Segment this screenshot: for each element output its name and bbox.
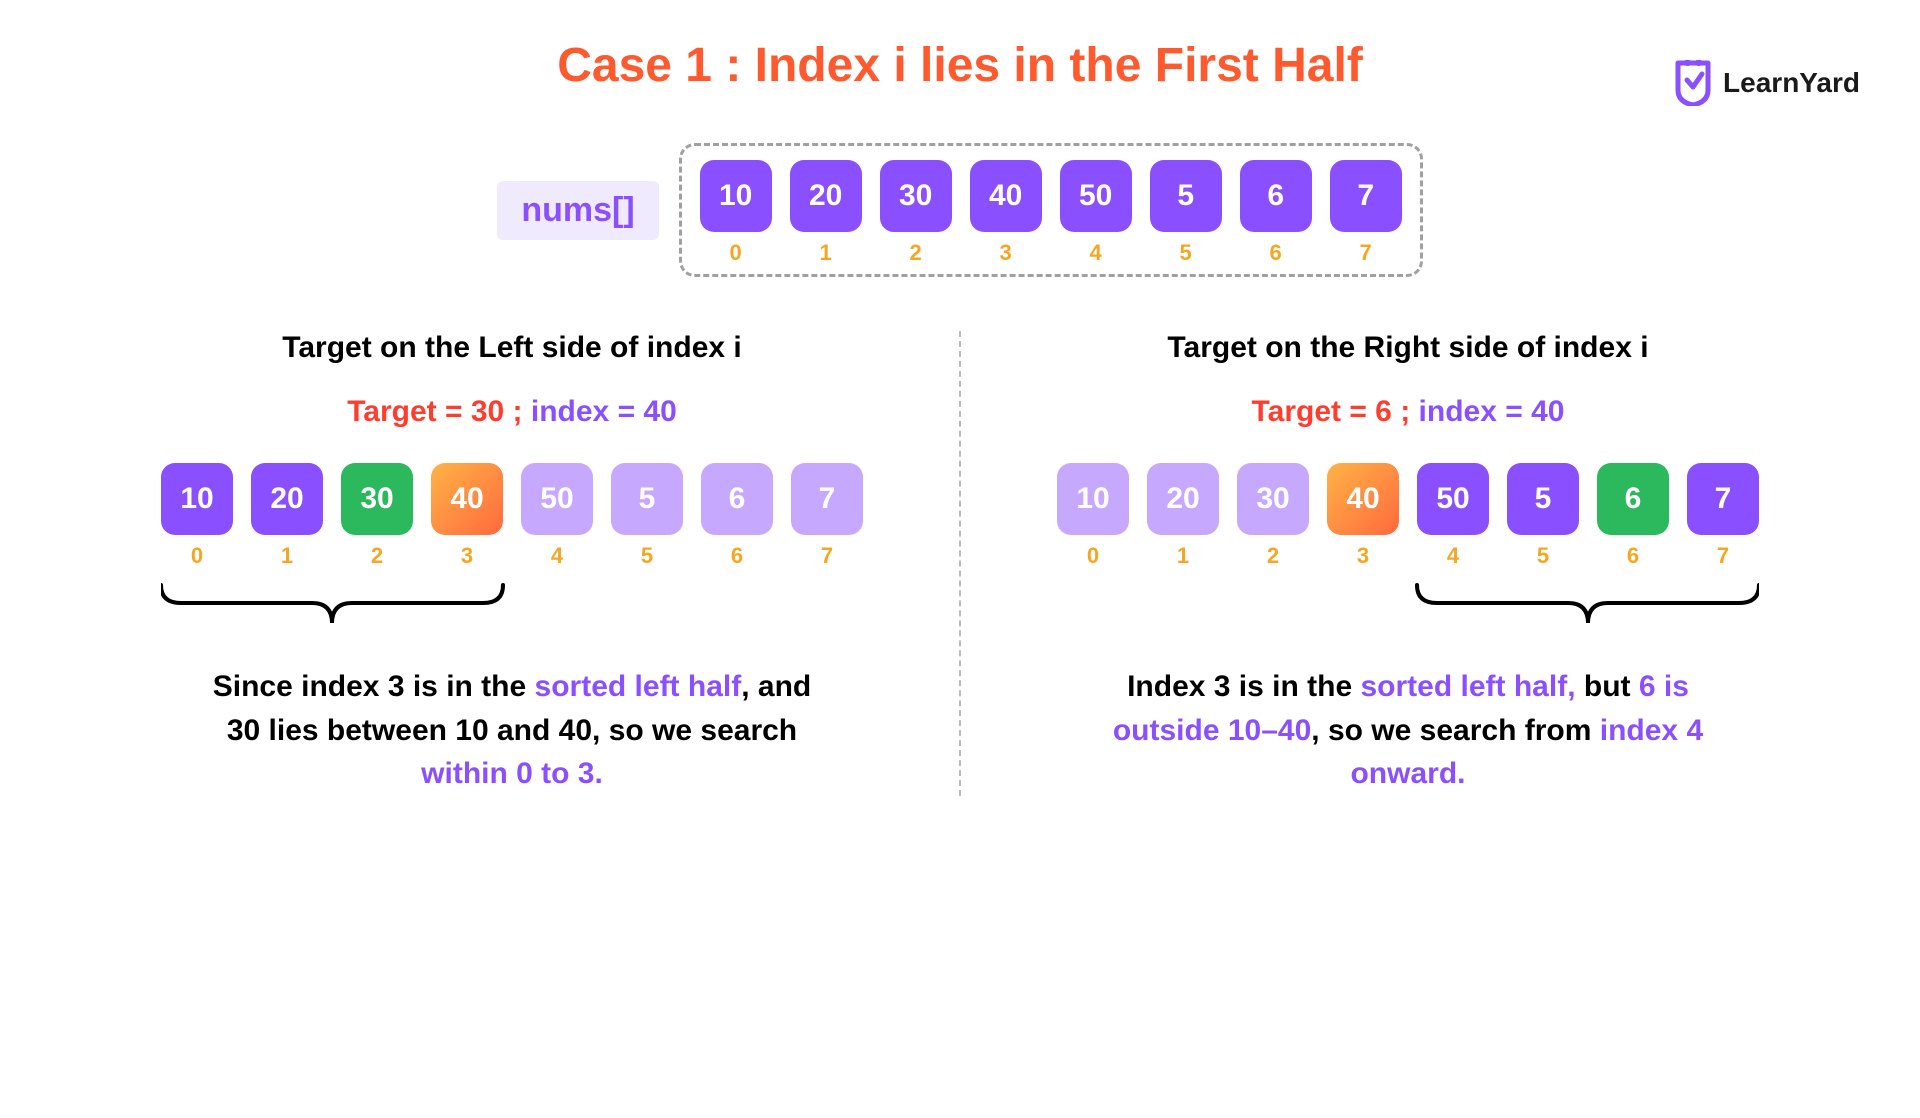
top-array-container: 100201302403504556677 [679, 143, 1423, 277]
cell-index: 3 [461, 543, 473, 569]
cell-index: 4 [1447, 543, 1459, 569]
cell-value: 30 [880, 160, 952, 232]
cell-value: 30 [1237, 463, 1309, 535]
cell-value: 7 [1330, 160, 1402, 232]
array-cell: 403 [970, 160, 1042, 266]
array-cell: 55 [611, 463, 683, 569]
cell-value: 7 [791, 463, 863, 535]
array-cell: 504 [521, 463, 593, 569]
cell-value: 40 [970, 160, 1042, 232]
array-cell: 403 [1327, 463, 1399, 569]
left-target-red: Target = 30 ; [347, 395, 531, 428]
cell-value: 50 [1417, 463, 1489, 535]
array-cell: 66 [1597, 463, 1669, 569]
cell-value: 20 [1147, 463, 1219, 535]
right-column: Target on the Right side of index i Targ… [971, 331, 1845, 796]
cell-index: 4 [1090, 240, 1102, 266]
right-heading: Target on the Right side of index i [1167, 331, 1648, 365]
cell-value: 7 [1687, 463, 1759, 535]
cell-value: 20 [251, 463, 323, 535]
columns-wrapper: Target on the Left side of index i Targe… [0, 331, 1920, 796]
cell-index: 5 [1180, 240, 1192, 266]
cell-index: 7 [1717, 543, 1729, 569]
cell-index: 7 [821, 543, 833, 569]
array-cell: 66 [1240, 160, 1312, 266]
array-cell: 302 [880, 160, 952, 266]
cell-value: 10 [161, 463, 233, 535]
cell-index: 1 [281, 543, 293, 569]
array-cell: 201 [790, 160, 862, 266]
cell-value: 30 [341, 463, 413, 535]
cell-index: 4 [551, 543, 563, 569]
cell-value: 40 [1327, 463, 1399, 535]
cell-index: 5 [1537, 543, 1549, 569]
page-title: Case 1 : Index i lies in the First Half [0, 38, 1920, 93]
array-cell: 201 [1147, 463, 1219, 569]
left-explain: Since index 3 is in the sorted left half… [192, 665, 832, 796]
cell-index: 1 [820, 240, 832, 266]
cell-value: 10 [700, 160, 772, 232]
cell-index: 6 [1270, 240, 1282, 266]
array-cell: 100 [161, 463, 233, 569]
right-target-line: Target = 6 ; index = 40 [1252, 395, 1565, 429]
cell-value: 6 [701, 463, 773, 535]
cell-index: 2 [371, 543, 383, 569]
array-cell: 403 [431, 463, 503, 569]
cell-value: 10 [1057, 463, 1129, 535]
cell-value: 50 [521, 463, 593, 535]
array-cell: 55 [1507, 463, 1579, 569]
array-cell: 201 [251, 463, 323, 569]
left-array: 100201302403504556677 [161, 463, 863, 569]
cell-index: 7 [1360, 240, 1372, 266]
cell-value: 5 [1150, 160, 1222, 232]
brand-name: LearnYard [1723, 67, 1860, 99]
cell-index: 0 [1087, 543, 1099, 569]
cell-index: 6 [1627, 543, 1639, 569]
left-column: Target on the Left side of index i Targe… [75, 331, 949, 796]
cell-index: 5 [641, 543, 653, 569]
cell-index: 3 [1000, 240, 1012, 266]
right-array: 100201302403504556677 [1057, 463, 1759, 569]
left-heading: Target on the Left side of index i [282, 331, 741, 365]
right-brace [1057, 579, 1759, 635]
array-cell: 77 [791, 463, 863, 569]
brand-logo: LearnYard [1673, 60, 1860, 106]
cell-value: 40 [431, 463, 503, 535]
array-cell: 77 [1330, 160, 1402, 266]
array-cell: 302 [341, 463, 413, 569]
cell-index: 3 [1357, 543, 1369, 569]
cell-index: 1 [1177, 543, 1189, 569]
logo-icon [1673, 60, 1713, 106]
array-cell: 55 [1150, 160, 1222, 266]
cell-index: 2 [910, 240, 922, 266]
left-target-line: Target = 30 ; index = 40 [347, 395, 677, 429]
cell-value: 6 [1240, 160, 1312, 232]
cell-value: 6 [1597, 463, 1669, 535]
array-cell: 100 [1057, 463, 1129, 569]
nums-label: nums[] [497, 181, 658, 240]
right-target-purple: index = 40 [1419, 395, 1565, 428]
array-cell: 302 [1237, 463, 1309, 569]
array-cell: 66 [701, 463, 773, 569]
right-explain: Index 3 is in the sorted left half, but … [1088, 665, 1728, 796]
cell-index: 0 [191, 543, 203, 569]
array-cell: 504 [1060, 160, 1132, 266]
cell-index: 6 [731, 543, 743, 569]
cell-index: 2 [1267, 543, 1279, 569]
left-target-purple: index = 40 [531, 395, 677, 428]
cell-value: 20 [790, 160, 862, 232]
vertical-divider [959, 331, 961, 796]
left-brace [161, 579, 863, 635]
top-array-row: nums[] 100201302403504556677 [0, 143, 1920, 277]
array-cell: 504 [1417, 463, 1489, 569]
cell-value: 5 [611, 463, 683, 535]
cell-value: 50 [1060, 160, 1132, 232]
cell-value: 5 [1507, 463, 1579, 535]
array-cell: 100 [700, 160, 772, 266]
right-target-red: Target = 6 ; [1252, 395, 1419, 428]
array-cell: 77 [1687, 463, 1759, 569]
cell-index: 0 [730, 240, 742, 266]
